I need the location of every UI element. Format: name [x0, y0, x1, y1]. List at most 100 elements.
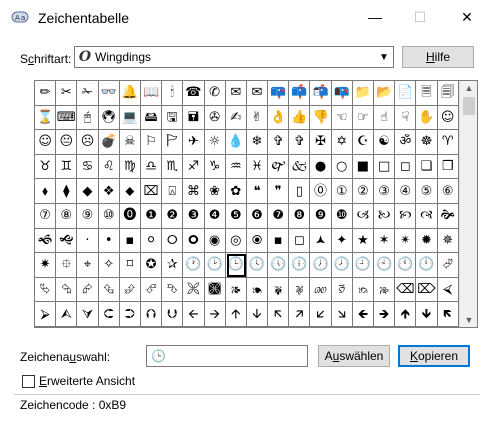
character-cell[interactable]: 🙕: [225, 277, 247, 303]
character-cell[interactable]: 🙓: [374, 277, 396, 303]
character-cell[interactable]: ◉: [204, 228, 226, 254]
character-cell[interactable]: ♏: [162, 154, 184, 180]
character-cell[interactable]: ▪: [268, 228, 290, 254]
character-cell[interactable]: ⌘: [183, 179, 205, 204]
character-cell[interactable]: ★: [352, 228, 374, 254]
scroll-down-icon[interactable]: ▼: [460, 315, 478, 325]
character-cell[interactable]: ⮰: [437, 253, 459, 278]
character-cell[interactable]: ✠: [310, 130, 332, 155]
copy-button[interactable]: Kopieren: [398, 345, 470, 367]
character-cell[interactable]: ♊: [56, 154, 78, 180]
character-cell[interactable]: ♈: [437, 130, 459, 155]
character-cell[interactable]: ⮲: [56, 277, 78, 303]
character-cell[interactable]: 🙔: [246, 277, 269, 303]
character-cell[interactable]: ✧: [98, 253, 120, 278]
character-cell[interactable]: 🡮: [331, 302, 353, 327]
character-cell[interactable]: ⮋: [162, 302, 184, 327]
character-cell[interactable]: 📁: [352, 81, 374, 106]
character-cell[interactable]: 👎: [310, 105, 332, 131]
maximize-button[interactable]: ☐: [397, 0, 443, 34]
character-cell[interactable]: ❄: [246, 130, 269, 155]
character-cell[interactable]: ✪: [140, 253, 163, 278]
character-cell[interactable]: 🕖: [310, 253, 332, 278]
character-cell[interactable]: 🙵: [289, 154, 311, 180]
character-cell[interactable]: ⑦: [35, 203, 57, 229]
character-cell[interactable]: 🙑: [331, 277, 353, 303]
character-cell[interactable]: □: [374, 154, 396, 180]
character-grid[interactable]: ✏ ✂ ✁ 👓 🔔 📖 🕯 ☎ ✆ ✉ ✉ 📪 📫 📬 📭 📁 📂 📄 🗏 🗐 ⌛ ⌨ 🖰 🖲 💻 🖴 🖫 🖬 ✇ ✍ ✌ 👌 👍 👎 ☜ ☞ ☝ ☟ ✋ ☺…: [35, 81, 459, 327]
character-cell[interactable]: 🡹: [395, 302, 417, 327]
character-cell[interactable]: ❺: [225, 203, 247, 229]
character-cell[interactable]: 🡺: [374, 302, 396, 327]
character-cell[interactable]: ⚐: [140, 130, 163, 155]
character-cell[interactable]: 🡨: [183, 302, 205, 327]
character-cell[interactable]: ⬧: [35, 179, 57, 204]
character-cell[interactable]: ❀: [204, 179, 226, 204]
character-cell[interactable]: ✰: [162, 253, 184, 278]
character-cell[interactable]: ❾: [310, 203, 332, 229]
character-cell[interactable]: ⮙: [56, 302, 78, 327]
character-cell[interactable]: ♉: [35, 154, 57, 180]
character-cell[interactable]: ✿: [225, 179, 247, 204]
character-cell[interactable]: ✦: [331, 228, 353, 254]
character-cell[interactable]: 🖴: [140, 105, 163, 131]
character-cell[interactable]: ⓿: [119, 203, 141, 229]
character-cell[interactable]: ⚪: [140, 228, 163, 254]
character-cell[interactable]: ☪: [352, 130, 374, 155]
character-cell[interactable]: ☺: [437, 105, 459, 131]
character-cell[interactable]: ☼: [204, 130, 226, 155]
character-cell[interactable]: ♍: [119, 154, 141, 180]
character-cell[interactable]: 🡻: [416, 302, 438, 327]
character-cell[interactable]: ☺: [35, 130, 57, 155]
character-cell[interactable]: ⌫: [395, 277, 417, 303]
character-cell[interactable]: ⮊: [119, 302, 141, 327]
character-cell[interactable]: 🔔: [119, 81, 141, 106]
character-cell[interactable]: ○: [331, 154, 353, 180]
character-cell[interactable]: 🙠: [374, 203, 396, 229]
character-cell[interactable]: ❷: [162, 203, 184, 229]
character-cell[interactable]: 🕕: [289, 253, 311, 278]
character-cell[interactable]: ❒: [437, 154, 459, 180]
character-cell[interactable]: 💻: [119, 105, 141, 131]
character-cell[interactable]: ✂: [56, 81, 78, 106]
scroll-up-icon[interactable]: ▲: [460, 83, 478, 93]
choose-button[interactable]: Au swählen: [318, 345, 390, 367]
character-cell[interactable]: ⮶: [140, 277, 163, 303]
character-cell[interactable]: 📖: [140, 81, 163, 106]
character-cell[interactable]: ✏: [35, 81, 57, 106]
character-cell[interactable]: ◻: [395, 154, 417, 180]
character-cell[interactable]: 💧: [225, 130, 247, 155]
character-cell[interactable]: ①: [331, 179, 353, 204]
character-cell[interactable]: ⧫: [56, 179, 78, 204]
character-cell[interactable]: ⌛: [35, 105, 57, 131]
character-cell[interactable]: 🡭: [289, 302, 311, 327]
character-cell[interactable]: ③: [374, 179, 396, 204]
character-cell[interactable]: ❹: [204, 203, 226, 229]
character-cell[interactable]: 🖬: [183, 105, 205, 131]
character-cell[interactable]: 🕗: [331, 253, 353, 278]
character-cell[interactable]: 📫: [289, 81, 311, 106]
character-cell[interactable]: ⌧: [140, 179, 163, 204]
character-cell[interactable]: ♑: [204, 154, 226, 180]
character-cell[interactable]: 🕑: [204, 253, 226, 278]
character-cell[interactable]: 🕙: [374, 253, 396, 278]
character-cell[interactable]: 🡫: [246, 302, 269, 327]
character-cell[interactable]: ❸: [183, 203, 205, 229]
advanced-view-toggle[interactable]: Erweiterte Ansicht: [22, 374, 135, 388]
character-cell[interactable]: ◎: [225, 228, 247, 254]
character-cell[interactable]: ·: [77, 228, 99, 254]
character-cell[interactable]: 🙫: [204, 277, 226, 303]
character-cell[interactable]: ✋: [416, 105, 438, 131]
character-cell[interactable]: ✡: [331, 130, 353, 155]
character-cell[interactable]: ☎: [183, 81, 205, 106]
character-cell[interactable]: 🙢: [352, 203, 374, 229]
help-button[interactable]: Hilfe: [402, 46, 474, 68]
character-cell[interactable]: 🙡: [395, 203, 417, 229]
character-cell[interactable]: ◻: [289, 228, 311, 254]
character-cell[interactable]: ☹: [77, 130, 99, 155]
character-cell[interactable]: ♓: [246, 154, 269, 180]
character-cell[interactable]: 📪: [268, 81, 290, 106]
character-cell[interactable]: ✉: [246, 81, 269, 106]
character-cell[interactable]: 🡪: [204, 302, 226, 327]
character-cell[interactable]: ☞: [352, 105, 374, 131]
